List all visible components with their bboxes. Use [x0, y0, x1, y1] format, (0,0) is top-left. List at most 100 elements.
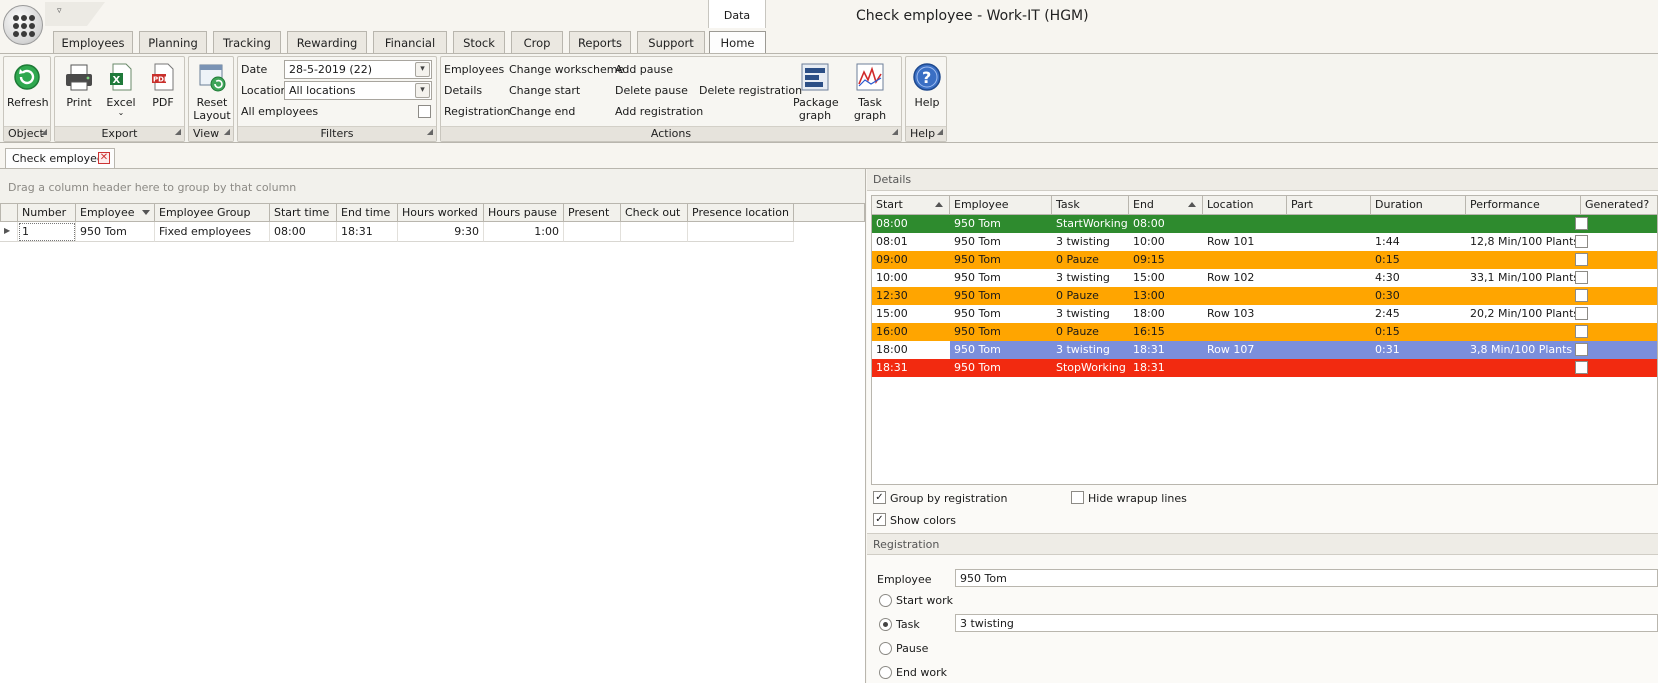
cell-performance[interactable]: [1466, 323, 1581, 341]
column-header-part[interactable]: Part: [1287, 196, 1371, 215]
chevron-down-icon[interactable]: ▾: [415, 83, 430, 98]
cell-part[interactable]: [1287, 305, 1371, 323]
column-header-performance[interactable]: Performance: [1466, 196, 1581, 215]
table-row[interactable]: 09:00 950 Tom 0 Pauze 09:15 0:15: [872, 251, 1657, 269]
cell-performance[interactable]: 12,8 Min/100 Plants: [1466, 233, 1581, 251]
cell-location[interactable]: [1203, 251, 1287, 269]
change-start-button[interactable]: Change start: [509, 84, 580, 97]
cell-start[interactable]: 08:01: [872, 233, 950, 251]
table-cell[interactable]: 18:31: [337, 222, 398, 242]
column-header-end[interactable]: End: [1129, 196, 1203, 215]
generated-checkbox[interactable]: [1575, 361, 1588, 374]
change-end-button[interactable]: Change end: [509, 105, 575, 118]
cell-duration[interactable]: [1371, 215, 1466, 233]
cell-location[interactable]: [1203, 215, 1287, 233]
tab-support[interactable]: Support: [637, 31, 705, 53]
all-employees-checkbox[interactable]: [418, 105, 431, 118]
cell-employee[interactable]: 950 Tom: [950, 269, 1052, 287]
cell-start[interactable]: 08:00: [872, 215, 950, 233]
row-indicator-icon[interactable]: ▶: [0, 222, 18, 242]
cell-part[interactable]: [1287, 215, 1371, 233]
document-tab[interactable]: Check employee ✕: [5, 148, 115, 168]
launcher-icon[interactable]: ◢: [892, 125, 898, 139]
action-registration[interactable]: Registration: [444, 105, 510, 118]
column-header-employee[interactable]: Employee: [76, 203, 155, 222]
cell-start[interactable]: 09:00: [872, 251, 950, 269]
cell-end[interactable]: 18:00: [1129, 305, 1203, 323]
cell-end[interactable]: 08:00: [1129, 215, 1203, 233]
cell-end[interactable]: 15:00: [1129, 269, 1203, 287]
cell-task[interactable]: 0 Pauze: [1052, 287, 1129, 305]
cell-employee[interactable]: 950 Tom: [950, 233, 1052, 251]
package-graph-button[interactable]: Package graph: [793, 60, 839, 122]
pause-radio[interactable]: [879, 642, 892, 655]
tab-crop[interactable]: Crop: [511, 31, 563, 53]
cell-end[interactable]: 10:00: [1129, 233, 1203, 251]
cell-performance[interactable]: [1466, 287, 1581, 305]
cell-location[interactable]: [1203, 323, 1287, 341]
cell-performance[interactable]: 20,2 Min/100 Plants: [1466, 305, 1581, 323]
launcher-icon[interactable]: ◢: [224, 125, 230, 139]
cell-task[interactable]: 3 twisting: [1052, 305, 1129, 323]
table-cell[interactable]: 950 Tom: [76, 222, 155, 242]
tab-planning[interactable]: Planning: [139, 31, 207, 53]
help-button[interactable]: ? Help: [907, 60, 947, 109]
cell-location[interactable]: Row 103: [1203, 305, 1287, 323]
cell-task[interactable]: StopWorking: [1052, 359, 1129, 377]
table-row[interactable]: 08:00 950 Tom StartWorking 08:00: [872, 215, 1657, 233]
generated-checkbox[interactable]: [1575, 289, 1588, 302]
launcher-icon[interactable]: ◢: [175, 125, 181, 139]
reset-layout-button[interactable]: Reset Layout: [191, 60, 233, 122]
cell-duration[interactable]: 4:30: [1371, 269, 1466, 287]
cell-duration[interactable]: 0:15: [1371, 251, 1466, 269]
excel-button[interactable]: X Excel ⌄: [101, 60, 141, 117]
table-row[interactable]: 15:00 950 Tom 3 twisting 18:00 Row 103 2:45 20…: [872, 305, 1657, 323]
cell-employee[interactable]: 950 Tom: [950, 359, 1052, 377]
filter-dropdown-icon[interactable]: [142, 210, 150, 215]
table-row[interactable]: 08:01 950 Tom 3 twisting 10:00 Row 101 1:44 12…: [872, 233, 1657, 251]
table-cell[interactable]: 1: [18, 222, 76, 242]
generated-checkbox[interactable]: [1575, 325, 1588, 338]
cell-task[interactable]: 3 twisting: [1052, 233, 1129, 251]
column-header-start[interactable]: Start: [872, 196, 950, 215]
tab-reports[interactable]: Reports: [569, 31, 631, 53]
app-menu-icon[interactable]: [3, 5, 43, 45]
chevron-down-icon[interactable]: ▾: [415, 62, 430, 77]
tab-tracking[interactable]: Tracking: [213, 31, 281, 53]
add-pause-button[interactable]: Add pause: [615, 63, 673, 76]
cell-duration[interactable]: 0:30: [1371, 287, 1466, 305]
cell-duration[interactable]: [1371, 359, 1466, 377]
add-registration-button[interactable]: Add registration: [615, 105, 703, 118]
cell-start[interactable]: 18:00: [872, 341, 950, 359]
table-row[interactable]: 10:00 950 Tom 3 twisting 15:00 Row 102 4:30 33…: [872, 269, 1657, 287]
launcher-icon[interactable]: ◢: [427, 125, 433, 139]
column-header-generated[interactable]: Generated?: [1581, 196, 1657, 215]
cell-duration[interactable]: 0:31: [1371, 341, 1466, 359]
tab-financial[interactable]: Financial: [373, 31, 447, 53]
cell-employee[interactable]: 950 Tom: [950, 341, 1052, 359]
cell-end[interactable]: 18:31: [1129, 341, 1203, 359]
delete-registration-button[interactable]: Delete registration: [699, 84, 802, 97]
cell-start[interactable]: 18:31: [872, 359, 950, 377]
cell-part[interactable]: [1287, 269, 1371, 287]
cell-task[interactable]: 3 twisting: [1052, 341, 1129, 359]
action-details[interactable]: Details: [444, 84, 482, 97]
excel-dropdown-icon[interactable]: ⌄: [101, 109, 141, 117]
cell-performance[interactable]: [1466, 359, 1581, 377]
cell-end[interactable]: 09:15: [1129, 251, 1203, 269]
task-field[interactable]: 3 twisting: [955, 614, 1658, 632]
cell-end[interactable]: 16:15: [1129, 323, 1203, 341]
column-header-check-out[interactable]: Check out: [621, 203, 688, 222]
cell-start[interactable]: 16:00: [872, 323, 950, 341]
task-graph-button[interactable]: Task graph: [841, 60, 899, 122]
cell-location[interactable]: Row 102: [1203, 269, 1287, 287]
table-row[interactable]: 12:30 950 Tom 0 Pauze 13:00 0:30: [872, 287, 1657, 305]
cell-employee[interactable]: 950 Tom: [950, 251, 1052, 269]
cell-location[interactable]: [1203, 359, 1287, 377]
generated-checkbox[interactable]: [1575, 253, 1588, 266]
cell-employee[interactable]: 950 Tom: [950, 215, 1052, 233]
column-header-task[interactable]: Task: [1052, 196, 1129, 215]
table-cell[interactable]: 9:30: [398, 222, 484, 242]
generated-checkbox[interactable]: [1575, 235, 1588, 248]
cell-part[interactable]: [1287, 287, 1371, 305]
